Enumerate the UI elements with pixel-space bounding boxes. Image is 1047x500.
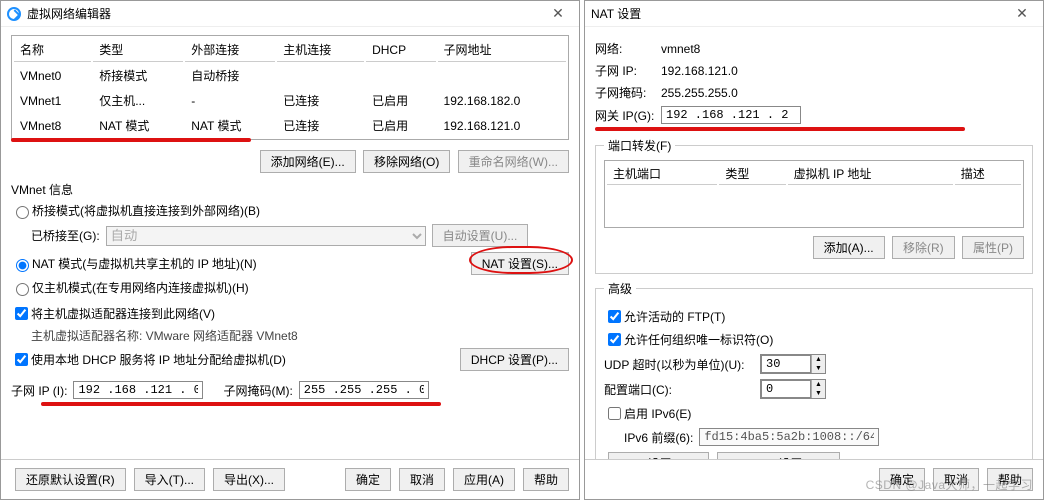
window-title: NAT 设置 xyxy=(591,5,1007,22)
vmnet-info-title: VMnet 信息 xyxy=(11,181,569,198)
nat-settings-button[interactable]: NAT 设置(S)... xyxy=(471,252,569,275)
rename-network-button: 重命名网络(W)... xyxy=(458,150,569,173)
network-label: 网络: xyxy=(595,40,655,57)
enable-ipv6-checkbox[interactable] xyxy=(608,407,621,420)
ipv6-prefix-input xyxy=(699,428,879,446)
udp-timeout-label: UDP 超时(以秒为单位)(U): xyxy=(604,356,754,373)
nat-radio-label: NAT 模式(与虚拟机共享主机的 IP 地址)(N) xyxy=(32,255,257,272)
col-type: 类型 xyxy=(93,38,183,62)
port-forward-table[interactable]: 主机端口 类型 虚拟机 IP 地址 描述 xyxy=(604,160,1024,228)
bridged-to-label: 已桥接至(G): xyxy=(31,227,100,244)
close-icon[interactable]: ✕ xyxy=(543,5,573,22)
restore-defaults-button[interactable]: 还原默认设置(R) xyxy=(15,468,126,491)
col-ext: 外部连接 xyxy=(185,38,275,62)
add-network-button[interactable]: 添加网络(E)... xyxy=(260,150,356,173)
ipv6-prefix-label: IPv6 前缀(6): xyxy=(624,429,693,446)
mask-value: 255.255.255.0 xyxy=(661,86,738,100)
config-port-label: 配置端口(C): xyxy=(604,381,754,398)
dns-settings-button[interactable]: DNS 设置(D)... xyxy=(608,452,709,459)
allow-ftp-checkbox[interactable] xyxy=(608,310,621,323)
remove-network-button[interactable]: 移除网络(O) xyxy=(363,150,450,173)
col-dhcp: DHCP xyxy=(366,38,435,62)
subnet-ip-value: 192.168.121.0 xyxy=(661,64,738,78)
advanced-group: 高级 允许活动的 FTP(T) 允许任何组织唯一标识符(O) UDP 超时(以秒… xyxy=(595,280,1033,459)
dialog-buttons: 还原默认设置(R) 导入(T)... 导出(X)... 确定 取消 应用(A) … xyxy=(1,459,579,499)
pf-add-button[interactable]: 添加(A)... xyxy=(813,236,885,259)
virtual-network-editor-window: 虚拟网络编辑器 ✕ 名称 类型 外部连接 主机连接 DHCP 子网地址 VMne… xyxy=(0,0,580,500)
subnet-ip-label: 子网 IP (I): xyxy=(11,382,67,399)
gateway-input[interactable] xyxy=(661,106,801,124)
close-icon[interactable]: ✕ xyxy=(1007,5,1037,22)
bridged-to-select: 自动 xyxy=(106,226,426,246)
bridge-radio-label: 桥接模式(将虚拟机直接连接到外部网络)(B) xyxy=(32,202,260,219)
subnet-mask-label: 子网掩码(M): xyxy=(223,382,292,399)
gateway-label: 网关 IP(G): xyxy=(595,107,655,124)
col-subnet: 子网地址 xyxy=(438,38,566,62)
col-name: 名称 xyxy=(14,38,91,62)
table-row[interactable]: VMnet8NAT 模式NAT 模式已连接已启用192.168.121.0 xyxy=(14,114,566,137)
hostonly-radio[interactable] xyxy=(16,283,29,296)
auto-set-button: 自动设置(U)... xyxy=(432,224,529,247)
export-button[interactable]: 导出(X)... xyxy=(213,468,285,491)
annotation-underline xyxy=(11,138,251,142)
annotation-underline xyxy=(595,127,965,131)
titlebar: 虚拟网络编辑器 ✕ xyxy=(1,1,579,27)
help-button[interactable]: 帮助 xyxy=(523,468,569,491)
col-host: 主机连接 xyxy=(277,38,364,62)
netbios-settings-button[interactable]: NetBIOS 设置(N)... xyxy=(717,452,840,459)
vmnet-table[interactable]: 名称 类型 外部连接 主机连接 DHCP 子网地址 VMnet0桥接模式自动桥接… xyxy=(11,35,569,140)
hostonly-radio-label: 仅主机模式(在专用网络内连接虚拟机)(H) xyxy=(32,279,249,296)
network-value: vmnet8 xyxy=(661,42,700,56)
udp-timeout-stepper[interactable]: ▲▼ xyxy=(760,354,826,374)
bridge-radio[interactable] xyxy=(16,206,29,219)
port-forward-legend: 端口转发(F) xyxy=(604,137,675,154)
adapter-name-label: 主机虚拟适配器名称: VMware 网络适配器 VMnet8 xyxy=(31,327,569,344)
dialog-buttons: 确定 取消 帮助 CSDN @Java大师，一起学习 xyxy=(585,459,1043,499)
table-row[interactable]: VMnet1仅主机...-已连接已启用192.168.182.0 xyxy=(14,89,566,112)
mask-label: 子网掩码: xyxy=(595,84,655,101)
nat-radio[interactable] xyxy=(16,259,29,272)
pf-properties-button: 属性(P) xyxy=(962,236,1024,259)
subnet-ip-label: 子网 IP: xyxy=(595,62,655,79)
allow-oui-label: 允许任何组织唯一标识符(O) xyxy=(624,331,773,348)
import-button[interactable]: 导入(T)... xyxy=(134,468,205,491)
pf-remove-button: 移除(R) xyxy=(892,236,955,259)
annotation-underline xyxy=(41,402,441,406)
nat-settings-window: NAT 设置 ✕ 网络: vmnet8 子网 IP: 192.168.121.0 子… xyxy=(584,0,1044,500)
app-icon xyxy=(7,7,21,21)
apply-button[interactable]: 应用(A) xyxy=(453,468,515,491)
connect-host-checkbox[interactable] xyxy=(15,307,28,320)
table-row[interactable]: VMnet0桥接模式自动桥接 xyxy=(14,64,566,87)
enable-ipv6-label: 启用 IPv6(E) xyxy=(624,405,691,422)
allow-ftp-label: 允许活动的 FTP(T) xyxy=(624,308,725,325)
allow-oui-checkbox[interactable] xyxy=(608,333,621,346)
use-dhcp-label: 使用本地 DHCP 服务将 IP 地址分配给虚拟机(D) xyxy=(31,351,286,368)
titlebar: NAT 设置 ✕ xyxy=(585,1,1043,27)
dhcp-settings-button[interactable]: DHCP 设置(P)... xyxy=(460,348,569,371)
use-dhcp-checkbox[interactable] xyxy=(15,353,28,366)
port-forward-group: 端口转发(F) 主机端口 类型 虚拟机 IP 地址 描述 添加(A)... 移除… xyxy=(595,137,1033,274)
config-port-stepper[interactable]: ▲▼ xyxy=(760,379,826,399)
ok-button[interactable]: 确定 xyxy=(879,468,925,491)
help-button[interactable]: 帮助 xyxy=(987,468,1033,491)
connect-host-label: 将主机虚拟适配器连接到此网络(V) xyxy=(31,305,215,322)
subnet-mask-input[interactable] xyxy=(299,381,429,399)
cancel-button[interactable]: 取消 xyxy=(399,468,445,491)
subnet-ip-input[interactable] xyxy=(73,381,203,399)
ok-button[interactable]: 确定 xyxy=(345,468,391,491)
window-title: 虚拟网络编辑器 xyxy=(27,5,543,22)
advanced-legend: 高级 xyxy=(604,280,636,297)
cancel-button[interactable]: 取消 xyxy=(933,468,979,491)
